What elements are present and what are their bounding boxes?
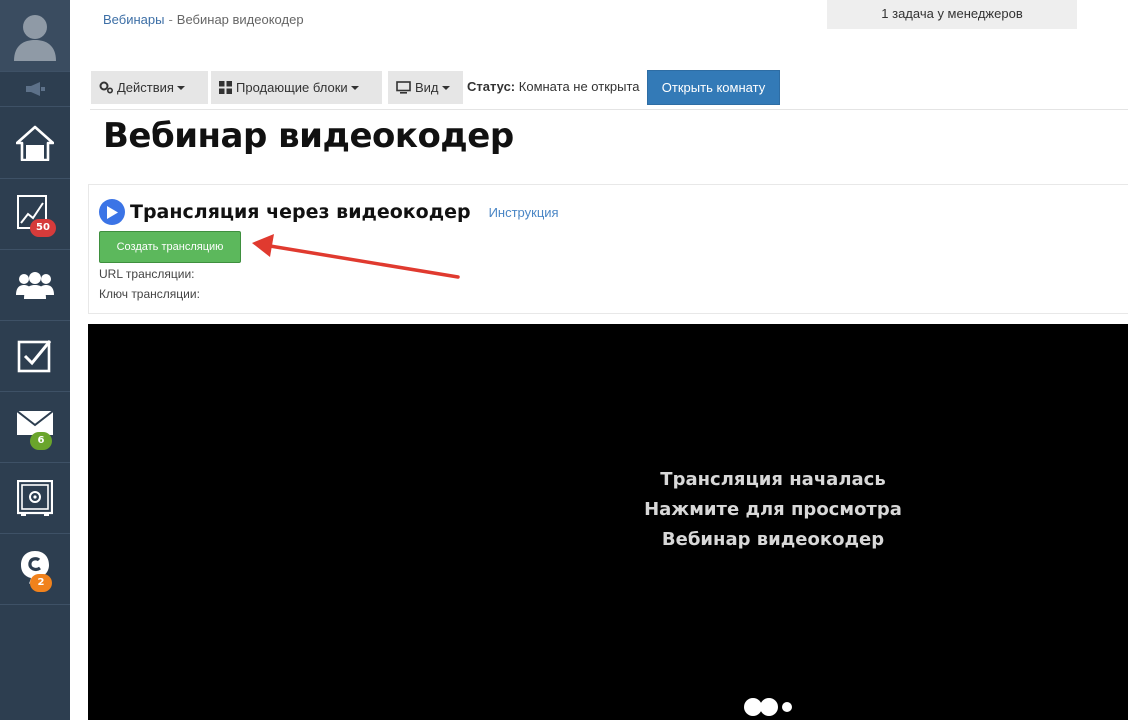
breadcrumb-current: Вебинар видеокодер bbox=[176, 12, 304, 27]
view-dropdown-button[interactable]: Вид bbox=[388, 71, 463, 104]
instruction-link[interactable]: Инструкция bbox=[489, 205, 559, 220]
sidebar-item-home[interactable] bbox=[0, 107, 70, 179]
selling-blocks-dropdown-button[interactable]: Продающие блоки bbox=[211, 71, 382, 104]
loading-indicator bbox=[744, 698, 794, 716]
sidebar-item-tasks[interactable] bbox=[0, 321, 70, 392]
sidebar-item-announcements[interactable] bbox=[0, 72, 70, 107]
breadcrumb: Вебинары - Вебинар видеокодер bbox=[103, 12, 304, 27]
caret-down-icon bbox=[350, 85, 359, 90]
monitor-icon bbox=[396, 81, 411, 94]
create-stream-button[interactable]: Создать трансляцию bbox=[99, 231, 241, 263]
view-label: Вид bbox=[415, 80, 439, 95]
actions-dropdown-button[interactable]: Действия bbox=[91, 71, 208, 104]
user-avatar[interactable] bbox=[0, 0, 70, 72]
megaphone-icon bbox=[26, 82, 45, 96]
actions-label: Действия bbox=[117, 80, 174, 95]
sidebar-item-mail[interactable]: 6 bbox=[0, 392, 70, 463]
stream-url-label: URL трансляции: bbox=[99, 267, 195, 281]
grid-icon bbox=[219, 81, 232, 94]
home-icon bbox=[16, 125, 54, 161]
stream-key-label: Ключ трансляции: bbox=[99, 287, 200, 301]
safe-icon bbox=[17, 480, 53, 516]
gears-icon bbox=[99, 81, 114, 94]
caret-down-icon bbox=[176, 85, 185, 90]
mail-badge: 6 bbox=[30, 432, 52, 450]
video-message-title: Вебинар видеокодер bbox=[661, 529, 885, 550]
selling-blocks-label: Продающие блоки bbox=[236, 80, 348, 95]
video-message-started: Трансляция началась bbox=[660, 469, 886, 490]
manager-tasks-notice[interactable]: 1 задача у менеджеров bbox=[827, 0, 1077, 29]
open-room-button[interactable]: Открыть комнату bbox=[647, 70, 780, 105]
loading-dot bbox=[782, 702, 792, 712]
annotation-arrow-icon bbox=[252, 234, 460, 279]
page-title: Вебинар видеокодер bbox=[103, 116, 514, 156]
stream-panel-header: Трансляция через видеокодер Инструкция bbox=[99, 199, 559, 225]
video-player[interactable]: Трансляция началась Нажмите для просмотр… bbox=[88, 324, 1128, 720]
sidebar-item-safe[interactable] bbox=[0, 463, 70, 534]
stream-panel: Трансляция через видеокодер Инструкция С… bbox=[88, 184, 1128, 314]
toolbar: Действия Продающие блоки Вид Статус: Ком… bbox=[90, 70, 1128, 110]
room-status: Статус: Комната не открыта bbox=[467, 79, 640, 94]
sidebar: 50 6 2 bbox=[0, 0, 70, 720]
breadcrumb-separator: - bbox=[168, 12, 173, 27]
checkbox-icon bbox=[17, 340, 52, 373]
sidebar-item-chat[interactable]: 2 bbox=[0, 534, 70, 605]
play-icon bbox=[99, 199, 125, 225]
breadcrumb-link-webinars[interactable]: Вебинары bbox=[103, 12, 164, 27]
status-label: Статус: bbox=[467, 79, 516, 94]
sidebar-item-users[interactable] bbox=[0, 250, 70, 321]
stats-badge: 50 bbox=[30, 219, 56, 237]
video-message-click[interactable]: Нажмите для просмотра bbox=[88, 499, 1128, 520]
stream-title: Трансляция через видеокодер bbox=[130, 201, 471, 223]
chat-badge: 2 bbox=[30, 574, 52, 592]
loading-dot bbox=[760, 698, 778, 716]
users-icon bbox=[16, 272, 54, 299]
avatar-icon bbox=[14, 14, 56, 61]
caret-down-icon bbox=[441, 85, 450, 90]
sidebar-item-statistics[interactable]: 50 bbox=[0, 179, 70, 250]
status-value: Комната не открыта bbox=[518, 79, 640, 94]
envelope-icon bbox=[17, 411, 53, 435]
